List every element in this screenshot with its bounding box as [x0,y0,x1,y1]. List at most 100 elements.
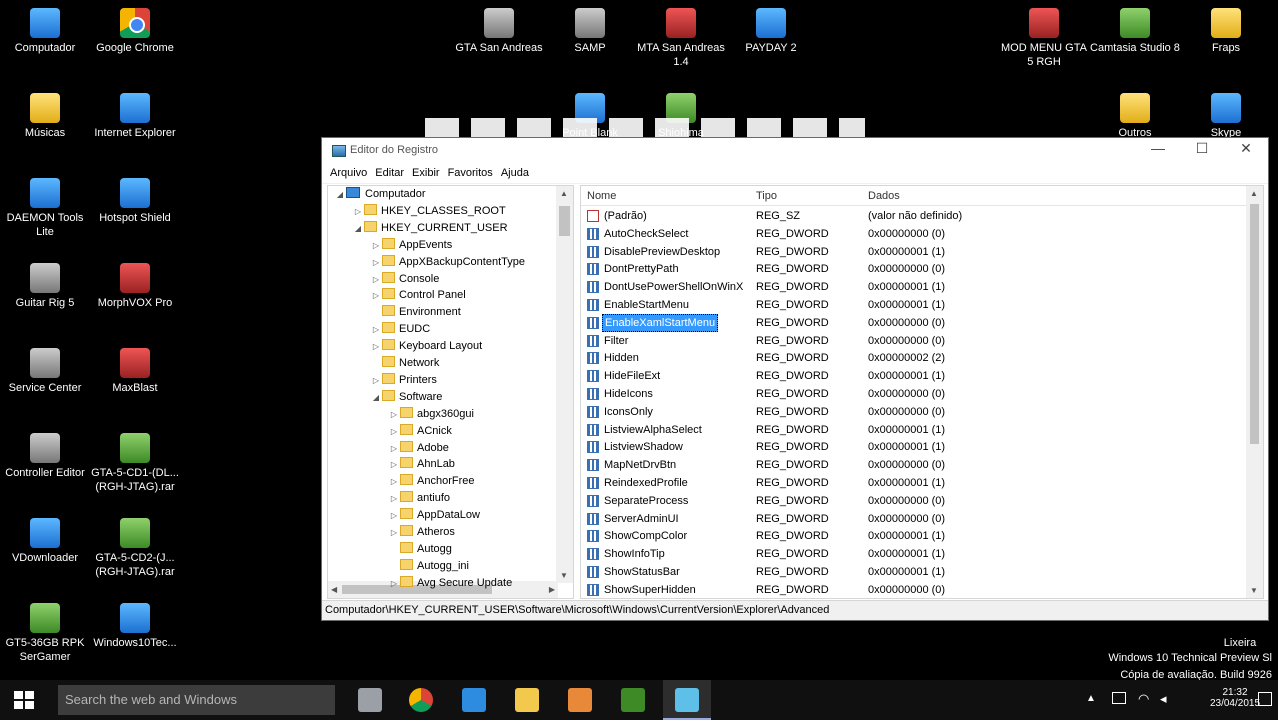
tree-node-acnick[interactable]: ▷ ACnick [388,423,452,440]
value-row-dontusepowershellonwinx[interactable]: DontUsePowerShellOnWinX REG_DWORD 0x000000… [581,278,1241,296]
value-row-dontprettypath[interactable]: DontPrettyPath REG_DWORD 0x00000000 (0) [581,260,1241,278]
tree-node-adobe[interactable]: ▷ Adobe [388,440,449,457]
expand-arrow-icon[interactable]: ▷ [388,456,400,473]
value-row-enablexamlstartmenu[interactable]: EnableXamlStartMenu REG_DWORD 0x00000000 (… [581,313,1241,332]
desktop-icon-skype[interactable]: Skype [1181,93,1271,140]
registry-values-list[interactable]: Nome Tipo Dados ▲ ▼ (Padrão) REG_SZ (valor… [580,185,1264,599]
desktop-icon-windows10tec[interactable]: Windows10Tec... [90,603,180,650]
tree-node-console[interactable]: ▷ Console [370,271,439,288]
search-box[interactable]: Search the web and Windows [58,685,335,715]
value-row-showinfotip[interactable]: ShowInfoTip REG_DWORD 0x00000001 (1) [581,545,1241,563]
tree-node-environment[interactable]: Environment [370,304,461,321]
expand-arrow-icon[interactable]: ▷ [370,254,382,271]
list-scroll-up-arrow-icon[interactable]: ▲ [1250,189,1258,198]
expand-arrow-icon[interactable]: ▷ [388,507,400,524]
desktop-icon-hotspot-shield[interactable]: Hotspot Shield [90,178,180,225]
expand-arrow-icon[interactable]: ▷ [370,321,382,338]
value-row-hidden[interactable]: Hidden REG_DWORD 0x00000002 (2) [581,349,1241,367]
scroll-right-arrow-icon[interactable]: ▶ [549,585,555,594]
expand-arrow-icon[interactable]: ▷ [388,423,400,440]
desktop-icon-daemon-tools-lite[interactable]: DAEMON Tools Lite [0,178,90,239]
chrome-icon[interactable] [409,688,433,712]
expand-arrow-icon[interactable]: ▷ [388,524,400,541]
desktop-icon-service-center[interactable]: Service Center [0,348,90,395]
desktop-icon-maxblast[interactable]: MaxBlast [90,348,180,395]
list-vertical-scrollbar[interactable]: ▲ ▼ [1246,186,1263,598]
desktop-icon-camtasia-studio-8[interactable]: Camtasia Studio 8 [1090,8,1180,55]
tree-node-keyboard-layout[interactable]: ▷ Keyboard Layout [370,338,482,355]
wifi-icon[interactable]: ◠ [1138,691,1149,707]
expand-arrow-icon[interactable]: ▷ [388,406,400,423]
value-row-iconsonly[interactable]: IconsOnly REG_DWORD 0x00000000 (0) [581,403,1241,421]
camtasia-icon[interactable] [621,688,645,712]
scroll-down-arrow-icon[interactable]: ▼ [560,571,568,580]
desktop-icon-mta-san-andreas-1-4[interactable]: MTA San Andreas 1.4 [636,8,726,69]
desktop-icon-fraps[interactable]: Fraps [1181,8,1271,55]
tree-node-appevents[interactable]: ▷ AppEvents [370,237,452,254]
value-row-mapnetdrvbtn[interactable]: MapNetDrvBtn REG_DWORD 0x00000000 (0) [581,456,1241,474]
speaker-icon[interactable]: ◂ [1160,691,1167,707]
tree-node-control-panel[interactable]: ▷ Control Panel [370,287,466,304]
collapse-arrow-icon[interactable]: ◢ [352,220,364,237]
expand-arrow-icon[interactable]: ▷ [370,271,382,288]
list-scroll-thumb[interactable] [1250,204,1259,444]
regedit-icon[interactable] [675,688,699,712]
tree-vertical-scrollbar[interactable]: ▲ ▼ [556,186,573,583]
start-button[interactable] [0,680,48,720]
tree-node-eudc[interactable]: ▷ EUDC [370,321,430,338]
tree-scroll-thumb[interactable] [559,206,570,236]
expand-arrow-icon[interactable]: ▷ [370,237,382,254]
column-header-data[interactable]: Dados [868,190,900,202]
expand-arrow-icon[interactable]: ▷ [388,440,400,457]
tree-node-atheros[interactable]: ▷ Atheros [388,524,455,541]
close-button[interactable]: ✕ [1224,138,1268,160]
tree-node-appxbackupcontenttype[interactable]: ▷ AppXBackupContentType [370,254,525,271]
scroll-left-arrow-icon[interactable]: ◀ [331,585,337,594]
desktop-icon-gta-5-cd2-j-rgh-jtag-rar[interactable]: GTA-5-CD2-(J... (RGH-JTAG).rar [90,518,180,579]
desktop-icon-controller-editor[interactable]: Controller Editor [0,433,90,480]
scroll-up-arrow-icon[interactable]: ▲ [560,189,568,198]
show-hidden-icons-chevron-icon[interactable]: ▲ [1086,693,1096,704]
tree-node-autogg[interactable]: Autogg [388,541,452,558]
value-row-hidefileext[interactable]: HideFileExt REG_DWORD 0x00000001 (1) [581,367,1241,385]
menu-editar[interactable]: Editar [371,164,408,183]
expand-arrow-icon[interactable]: ▷ [352,203,364,220]
tree-node-anchorfree[interactable]: ▷ AnchorFree [388,473,474,490]
minimize-button[interactable]: — [1136,138,1180,160]
tree-node-software[interactable]: ◢ Software [370,389,442,406]
expand-arrow-icon[interactable]: ▷ [370,372,382,389]
value-row-separateprocess[interactable]: SeparateProcess REG_DWORD 0x00000000 (0) [581,492,1241,510]
desktop-icon-gta-san-andreas[interactable]: GTA San Andreas [454,8,544,55]
task-view-icon[interactable] [358,688,382,712]
desktop-icon-samp[interactable]: SAMP [545,8,635,55]
expand-arrow-icon[interactable]: ▷ [370,287,382,304]
expand-arrow-icon[interactable]: ▷ [370,338,382,355]
desktop-icon-outros[interactable]: Outros [1090,93,1180,140]
tree-node-network[interactable]: Network [370,355,439,372]
desktop-icon-morphvox-pro[interactable]: MorphVOX Pro [90,263,180,310]
value-row-listviewshadow[interactable]: ListviewShadow REG_DWORD 0x00000001 (1) [581,438,1241,456]
menu-arquivo[interactable]: Arquivo [326,164,371,183]
tree-node-autogg-ini[interactable]: Autogg_ini [388,558,469,575]
value-row-listviewalphaselect[interactable]: ListviewAlphaSelect REG_DWORD 0x00000001 (… [581,421,1241,439]
recycle-bin-label[interactable]: Lixeira [1222,637,1272,649]
value-row-disablepreviewdesktop[interactable]: DisablePreviewDesktop REG_DWORD 0x00000001… [581,243,1241,261]
desktop-icon-guitar-rig-5[interactable]: Guitar Rig 5 [0,263,90,310]
collapse-arrow-icon[interactable]: ◢ [370,389,382,406]
menu-ajuda[interactable]: Ajuda [497,164,533,183]
desktop-icon-computador[interactable]: Computador [0,8,90,55]
menu-exibir[interactable]: Exibir [408,164,444,183]
registry-key-tree[interactable]: ▲ ▼ ◀ ▶ ◢ Computador ▷ HKEY_CLASSES_ROOT ◢ HK… [327,185,574,599]
desktop-icon-vdownloader[interactable]: VDownloader [0,518,90,565]
desktop-icon-gt5-36gb-rpk-sergamer[interactable]: GT5-36GB RPK SerGamer [0,603,90,664]
action-center-icon[interactable] [1258,692,1272,706]
battery-icon[interactable] [1112,692,1126,704]
column-header-type[interactable]: Tipo [756,190,777,202]
menu-favoritos[interactable]: Favoritos [444,164,497,183]
column-header-name[interactable]: Nome [587,190,616,202]
desktop-icon-payday-2[interactable]: PAYDAY 2 [726,8,816,55]
value-row-enablestartmenu[interactable]: EnableStartMenu REG_DWORD 0x00000001 (1) [581,296,1241,314]
file-explorer-icon[interactable] [515,688,539,712]
title-bar[interactable]: Editor do Registro — ☐ ✕ [322,138,1268,164]
tree-node-ahnlab[interactable]: ▷ AhnLab [388,456,455,473]
